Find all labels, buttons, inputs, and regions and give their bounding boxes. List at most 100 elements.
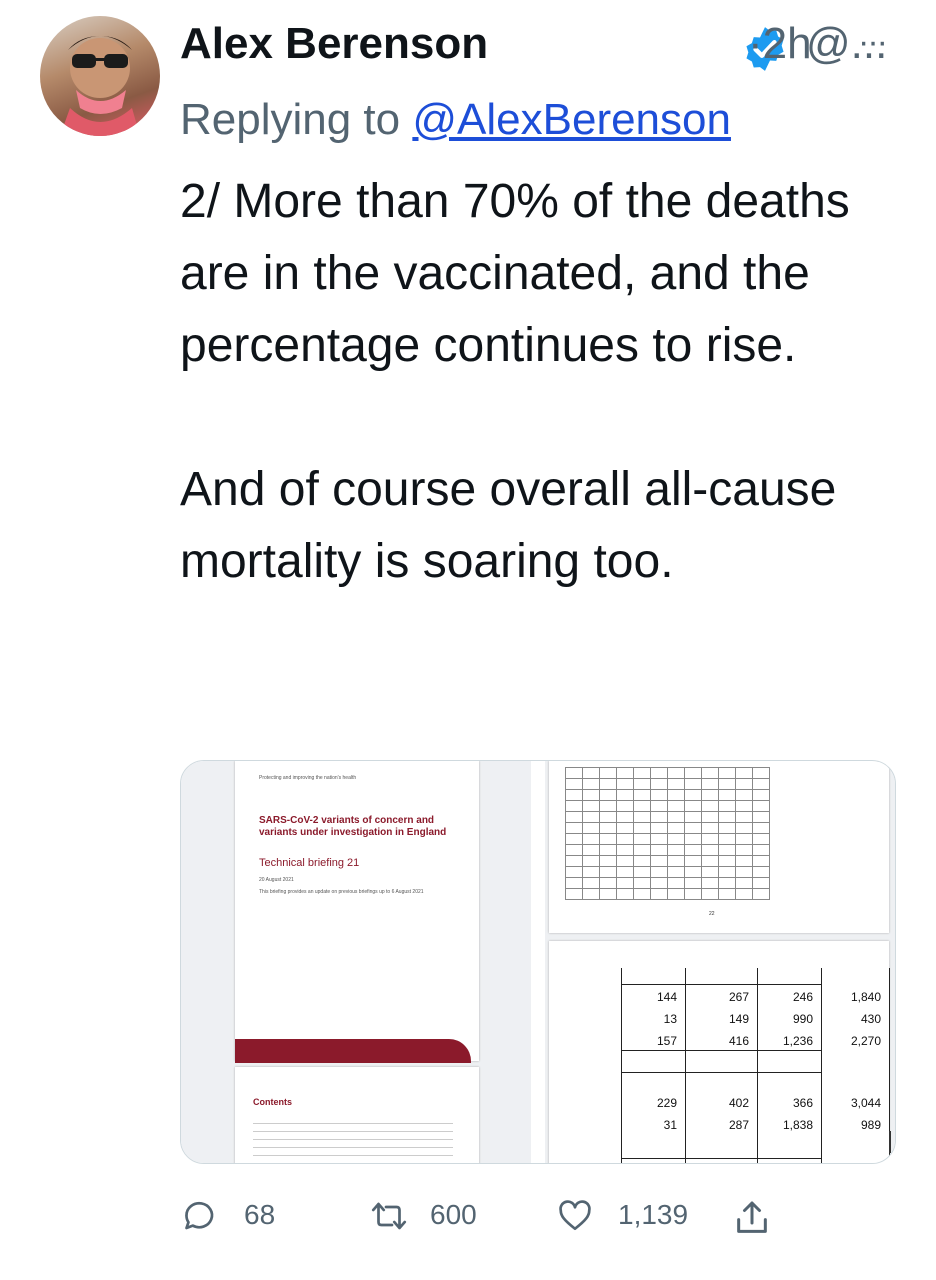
small-table-cell — [735, 833, 753, 845]
contents-heading: Contents — [253, 1097, 292, 1107]
small-table-cell — [718, 778, 736, 790]
small-table-cell — [718, 822, 736, 834]
heart-icon — [559, 1200, 591, 1231]
small-table-cell — [684, 767, 702, 779]
small-table-cell — [752, 833, 770, 845]
small-table-cell — [684, 811, 702, 823]
small-table-cell — [599, 877, 617, 889]
small-table-cell — [616, 855, 634, 867]
table-row-line — [621, 984, 821, 985]
small-table-cell — [667, 800, 685, 812]
table-cell: 267 — [728, 990, 749, 1004]
table-cell: 2,270 — [850, 1034, 881, 1048]
small-table-cell — [582, 822, 600, 834]
doc-title: SARS-CoV-2 variants of concern and varia… — [259, 815, 447, 838]
author-avatar[interactable] — [40, 16, 160, 136]
small-table-cell — [735, 888, 753, 900]
small-table-cell — [565, 767, 583, 779]
small-table-cell — [599, 866, 617, 878]
table-row-line — [621, 1158, 821, 1159]
small-table-cell — [752, 822, 770, 834]
small-table-cell — [701, 789, 719, 801]
small-table-cell — [667, 789, 685, 801]
reply-count: 68 — [244, 1199, 276, 1230]
table-cell: 13 — [663, 1012, 677, 1026]
document-preview-left: Protecting and improving the nation's he… — [181, 761, 531, 1163]
small-table-cell — [752, 844, 770, 856]
small-table-cell — [582, 778, 600, 790]
small-table-cell — [565, 811, 583, 823]
table-cell: 144 — [656, 990, 677, 1004]
tweet-paragraph-1: 2/ More than 70% of the deaths are in th… — [180, 175, 850, 372]
small-table-cell — [633, 877, 651, 889]
small-table-cell — [565, 855, 583, 867]
table-cell: 990 — [792, 1012, 813, 1026]
small-table-cell — [684, 822, 702, 834]
small-table-cell — [565, 877, 583, 889]
small-table-cell — [633, 866, 651, 878]
document-table-page: 22 — [549, 761, 889, 933]
table-cell: 1,236 — [782, 1034, 813, 1048]
small-table-cell — [667, 877, 685, 889]
table-col-line — [685, 968, 686, 1163]
media-image[interactable]: Protecting and improving the nation's he… — [180, 760, 896, 1164]
small-table-cell — [599, 844, 617, 856]
small-table-cell — [701, 811, 719, 823]
small-table-cell — [582, 767, 600, 779]
tweet-header: Alex Berenson @... ·2h ··· — [180, 14, 906, 74]
small-table-cell — [735, 811, 753, 823]
small-table-cell — [684, 877, 702, 889]
table-cell: 31 — [663, 1118, 677, 1132]
tweet-paragraph-2: And of course overall all-cause mortalit… — [180, 463, 837, 588]
table-cell: 3,044 — [850, 1096, 881, 1110]
small-table-cell — [735, 767, 753, 779]
media-scrollbar[interactable] — [889, 1131, 891, 1153]
doc-subtitle: Technical briefing 21 — [259, 857, 360, 869]
table-cell: 366 — [792, 1096, 813, 1110]
document-zoomed-page: 144 267 246 1,840 13 149 990 430 157 416 1,236 2,27… — [549, 941, 890, 1163]
small-table-cell — [565, 789, 583, 801]
small-table-cell — [701, 767, 719, 779]
share-icon — [737, 1201, 767, 1233]
more-options-icon[interactable]: ··· — [858, 14, 888, 70]
small-table-cell — [633, 789, 651, 801]
small-table-cell — [718, 789, 736, 801]
small-table-cell — [752, 877, 770, 889]
contents-line — [253, 1123, 453, 1124]
small-table-cell — [735, 789, 753, 801]
table-cell: 149 — [728, 1012, 749, 1026]
small-table-cell — [752, 789, 770, 801]
small-table-cell — [752, 855, 770, 867]
small-table-cell — [582, 833, 600, 845]
small-table-cell — [718, 866, 736, 878]
small-table-cell — [718, 844, 736, 856]
tweet-actions: 68 600 1,139 — [180, 1190, 800, 1240]
small-table-cell — [701, 877, 719, 889]
small-table-cell — [565, 833, 583, 845]
small-table-cell — [616, 822, 634, 834]
small-table-cell — [701, 844, 719, 856]
small-table-cell — [752, 800, 770, 812]
small-table-cell — [582, 888, 600, 900]
small-table-cell — [701, 778, 719, 790]
small-table-cell — [599, 855, 617, 867]
small-table-cell — [667, 833, 685, 845]
retweet-icon — [371, 1202, 407, 1230]
small-table-cell — [599, 789, 617, 801]
small-table-cell — [735, 822, 753, 834]
small-table-cell — [582, 800, 600, 812]
document-cover-page: Protecting and improving the nation's he… — [235, 761, 479, 1061]
table-cell: 430 — [860, 1012, 881, 1026]
small-table-cell — [718, 855, 736, 867]
small-table-cell — [684, 866, 702, 878]
small-table-cell — [633, 822, 651, 834]
small-table-cell — [684, 855, 702, 867]
author-name[interactable]: Alex Berenson — [180, 14, 488, 74]
small-table-cell — [650, 778, 668, 790]
page-number: 22 — [709, 911, 715, 917]
small-table-cell — [650, 811, 668, 823]
tweet-time[interactable]: ·2h — [748, 14, 812, 74]
small-table-cell — [616, 844, 634, 856]
replying-to-link[interactable]: @AlexBerenson — [412, 95, 731, 144]
small-table-cell — [718, 767, 736, 779]
